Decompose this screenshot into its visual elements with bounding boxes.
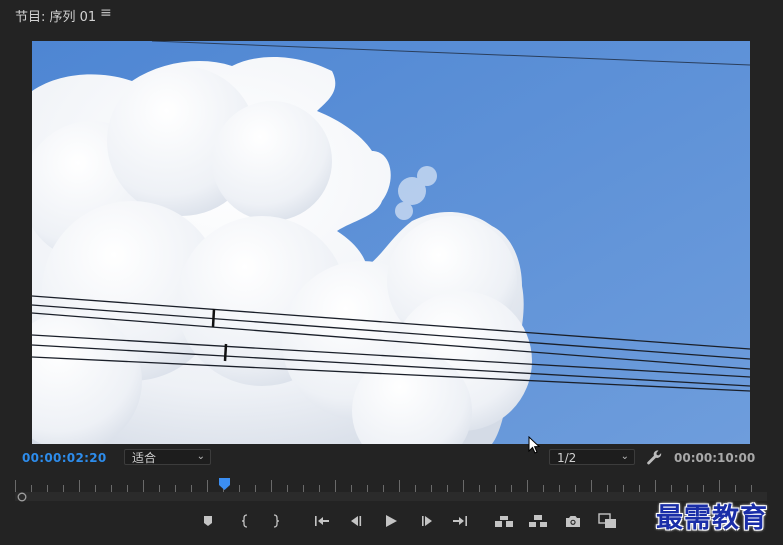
step-back-icon (351, 516, 362, 526)
mark-in-button[interactable] (234, 510, 256, 532)
comparison-view-icon (598, 513, 616, 528)
chevron-down-icon: ⌄ (196, 451, 205, 462)
zoom-handle-left[interactable] (17, 492, 27, 502)
panel-header: 节目: 序列 01 ≡ (0, 0, 783, 30)
mark-out-icon (273, 514, 280, 528)
mouse-cursor-icon (528, 436, 541, 454)
comparison-view-button[interactable] (597, 510, 619, 532)
hamburger-menu-icon[interactable]: ≡ (100, 5, 112, 21)
play-icon (386, 515, 397, 527)
mark-out-button[interactable] (265, 510, 287, 532)
panel-title[interactable]: 节目: 序列 01 (15, 6, 96, 25)
add-marker-button[interactable] (197, 510, 219, 532)
watermark: 最需教育 (656, 503, 768, 534)
zoom-dropdown[interactable]: 适合 ⌄ (124, 449, 211, 465)
extract-icon (529, 515, 547, 527)
go-to-in-icon (315, 516, 329, 526)
marker-icon (204, 516, 212, 526)
current-timecode[interactable]: 00:00:02:20 (22, 451, 107, 465)
chevron-down-icon: ⌄ (620, 451, 629, 462)
export-frame-button[interactable] (562, 510, 584, 532)
step-back-button[interactable] (345, 510, 367, 532)
lift-button[interactable] (493, 510, 515, 532)
resolution-dropdown[interactable]: 1/2 ⌄ (549, 449, 635, 465)
resolution-value: 1/2 (557, 451, 577, 465)
extract-button[interactable] (527, 510, 549, 532)
step-forward-button[interactable] (416, 510, 438, 532)
program-monitor-panel: 节目: 序列 01 ≡ 00:00:02:20 适合 ⌄ 1/2 ⌄ 00:00… (0, 0, 783, 545)
wrench-icon[interactable] (646, 449, 663, 466)
go-to-out-icon (453, 516, 467, 526)
camera-icon (566, 515, 580, 527)
scrub-bar[interactable] (15, 492, 767, 501)
go-to-in-button[interactable] (311, 510, 333, 532)
lift-icon (495, 516, 513, 527)
duration-timecode: 00:00:10:00 (674, 451, 756, 465)
time-ruler[interactable] (15, 477, 767, 493)
step-forward-icon (422, 516, 432, 526)
zoom-value: 适合 (132, 451, 157, 465)
playhead[interactable] (218, 478, 230, 490)
mark-in-icon (241, 514, 248, 528)
go-to-out-button[interactable] (449, 510, 471, 532)
video-preview (32, 41, 750, 444)
play-button[interactable] (380, 510, 402, 532)
